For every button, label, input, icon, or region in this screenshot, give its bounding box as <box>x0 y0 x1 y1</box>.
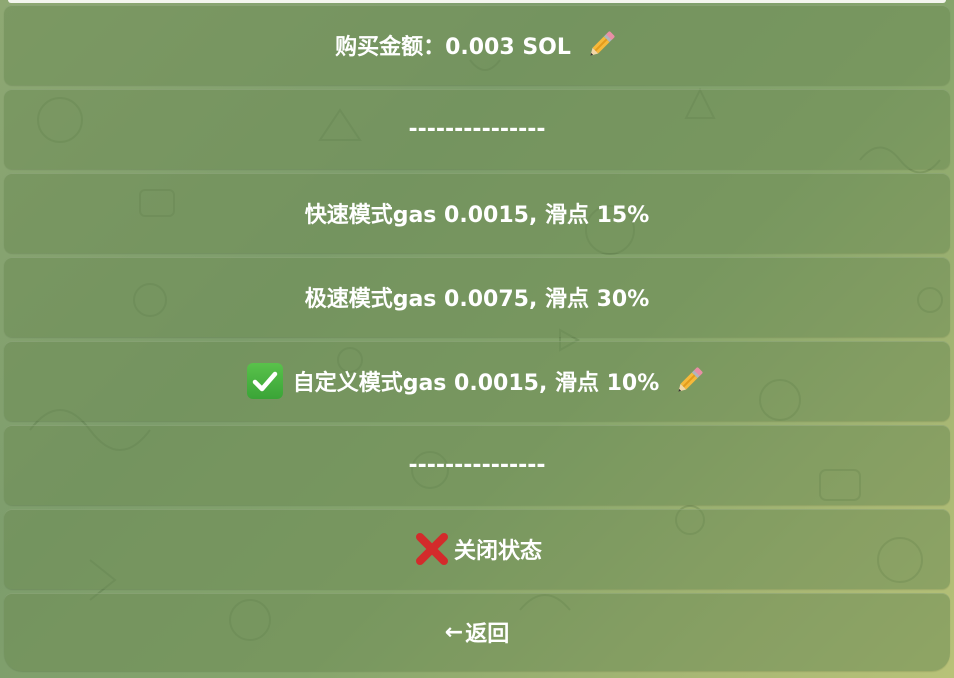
buy-amount-button[interactable]: 购买金额：0.003 SOL <box>4 5 950 85</box>
pencil-icon <box>583 27 619 63</box>
close-status-label: 关闭状态 <box>453 539 542 564</box>
buy-amount-label: 购买金额：0.003 SOL <box>335 35 571 60</box>
divider-label-bottom: --------------- <box>408 452 546 478</box>
cross-mark-icon <box>412 529 452 569</box>
fast-mode-button[interactable]: 快速模式gas 0.0015, 滑点 15% <box>4 173 950 253</box>
previous-message-edge <box>8 0 946 3</box>
fast-mode-label: 快速模式gas 0.0015, 滑点 15% <box>304 203 650 228</box>
divider-button-bottom[interactable]: --------------- <box>4 425 950 505</box>
back-button[interactable]: ← 返回 <box>4 593 950 671</box>
turbo-mode-label: 极速模式gas 0.0075, 滑点 30% <box>304 287 650 312</box>
check-mark-icon <box>246 363 283 399</box>
inline-keyboard: 购买金额：0.003 SOL --------------- 快速模式gas 0… <box>4 5 950 675</box>
turbo-mode-button[interactable]: 极速模式gas 0.0075, 滑点 30% <box>4 257 950 337</box>
divider-label-top: --------------- <box>408 116 546 142</box>
close-status-button[interactable]: 关闭状态 <box>4 509 950 589</box>
custom-mode-label: 自定义模式gas 0.0015, 滑点 10% <box>292 371 660 396</box>
custom-mode-button[interactable]: 自定义模式gas 0.0015, 滑点 10% <box>4 341 950 421</box>
back-arrow-icon: ← <box>444 619 464 645</box>
divider-button-top[interactable]: --------------- <box>4 89 950 169</box>
pencil-icon <box>671 363 707 399</box>
back-label: 返回 <box>465 622 510 647</box>
